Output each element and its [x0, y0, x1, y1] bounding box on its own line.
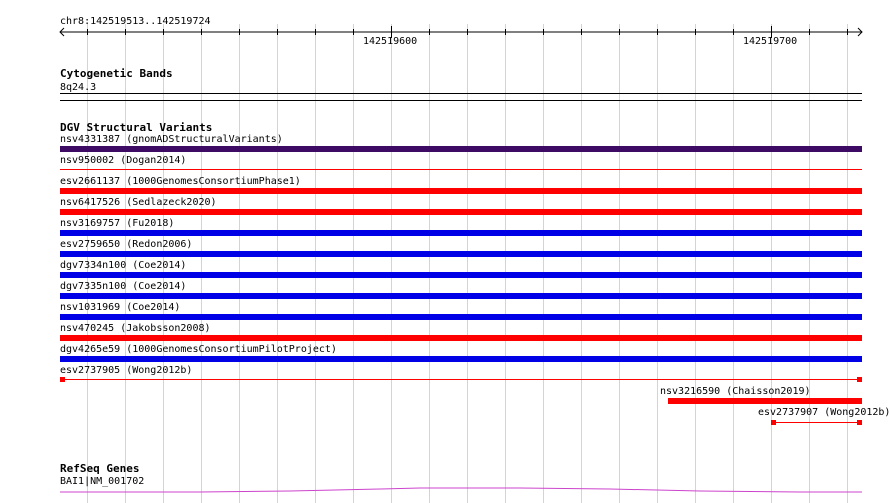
variant-label: nsv470245 (Jakobsson2008) — [60, 323, 211, 334]
variant-label: dgv7335n100 (Coe2014) — [60, 281, 187, 292]
variant-feature[interactable] — [60, 335, 862, 341]
variant-label: esv2737905 (Wong2012b) — [60, 365, 193, 376]
variant-label: nsv3216590 (Chaisson2019) — [660, 386, 811, 397]
variant-feature[interactable] — [60, 379, 862, 380]
variant-end-cap — [771, 420, 776, 425]
variant-label: esv2661137 (1000GenomesConsortiumPhase1) — [60, 176, 301, 187]
variant-label: nsv950002 (Dogan2014) — [60, 155, 187, 166]
ruler-tick-label: 142519700 — [743, 36, 798, 47]
dgv-track-title: DGV Structural Variants — [60, 121, 213, 134]
variant-label: nsv6417526 (Sedlazeck2020) — [60, 197, 217, 208]
refseq-track-title: RefSeq Genes — [60, 462, 140, 475]
variant-label: nsv3169757 (Fu2018) — [60, 218, 175, 229]
variant-end-cap — [857, 420, 862, 425]
variant-label: dgv7334n100 (Coe2014) — [60, 260, 187, 271]
refseq-gene-feature[interactable] — [0, 484, 890, 496]
variant-feature[interactable] — [668, 398, 862, 404]
variant-label: esv2759650 (Redon2006) — [60, 239, 193, 250]
variant-feature[interactable] — [60, 293, 862, 299]
ruler-tick-label: 142519600 — [363, 36, 418, 47]
variant-label: esv2737907 (Wong2012b) — [758, 407, 890, 418]
variant-feature[interactable] — [60, 251, 862, 257]
variant-feature[interactable] — [60, 230, 862, 236]
variant-feature[interactable] — [60, 314, 862, 320]
variant-feature[interactable] — [60, 209, 862, 215]
cytoband-track-title: Cytogenetic Bands — [60, 67, 173, 80]
variant-label: dgv4265e59 (1000GenomesConsortiumPilotPr… — [60, 344, 337, 355]
variant-feature[interactable] — [60, 146, 862, 152]
cytoband-ideogram[interactable] — [60, 93, 862, 101]
variant-label: nsv1031969 (Coe2014) — [60, 302, 181, 313]
cytoband-label: 8q24.3 — [60, 82, 97, 93]
variant-feature[interactable] — [60, 169, 862, 170]
variant-feature[interactable] — [60, 188, 862, 194]
variant-feature[interactable] — [60, 272, 862, 278]
variant-feature[interactable] — [60, 356, 862, 362]
variant-feature[interactable] — [771, 422, 862, 423]
variant-end-cap — [60, 377, 65, 382]
variant-label: nsv4331387 (gnomADStructuralVariants) — [60, 134, 283, 145]
variant-end-cap — [857, 377, 862, 382]
